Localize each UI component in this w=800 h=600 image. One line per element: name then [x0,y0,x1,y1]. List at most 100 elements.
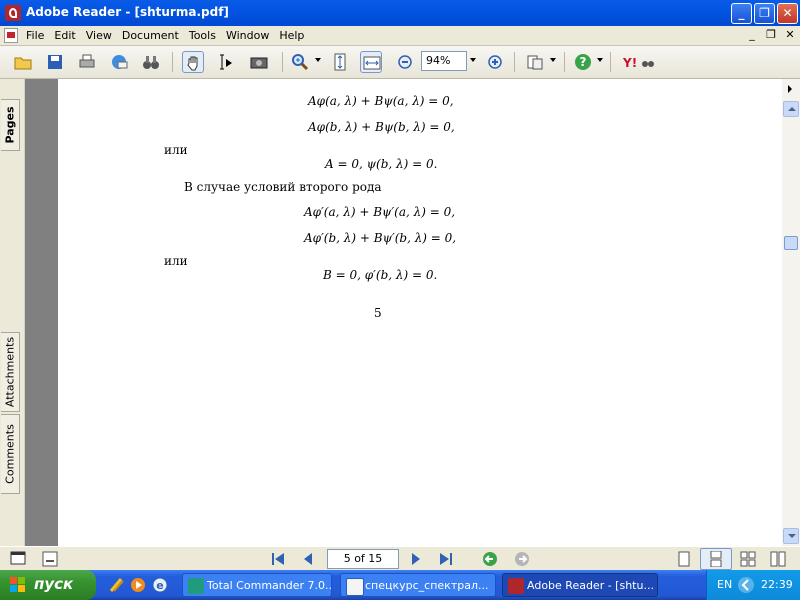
adobe-reader-icon [508,578,524,594]
menu-edit[interactable]: Edit [52,29,83,42]
vertical-scrollbar[interactable] [782,79,800,546]
fit-page-icon [334,53,346,71]
scroll-up-button[interactable] [783,101,799,117]
tab-pages[interactable]: Pages [1,99,20,151]
snapshot-button[interactable] [248,51,270,73]
menu-tools[interactable]: Tools [187,29,224,42]
scroll-thumb[interactable] [784,236,798,250]
save-icon [48,55,62,69]
continuous-view-button[interactable] [700,548,732,570]
zoom-out-button[interactable] [394,51,416,73]
continuous-facing-icon[interactable] [770,551,786,567]
open-button[interactable] [12,51,34,73]
help-button[interactable]: ? [572,51,594,73]
go-back-icon[interactable] [482,551,498,567]
quicklaunch-media-player-icon[interactable] [130,577,146,593]
equation-line: Aφ(a, λ) + Bψ(a, λ) = 0, [308,94,454,108]
save-button[interactable] [44,51,66,73]
menu-view[interactable]: View [84,29,120,42]
quicklaunch-winamp-icon[interactable] [108,577,124,593]
task-word-document[interactable]: спецкурс_спектрал... [340,573,496,597]
menu-document[interactable]: Document [120,29,187,42]
fit-width-button[interactable] [360,51,382,73]
go-forward-icon[interactable] [514,551,530,567]
page-layout-button[interactable] [524,51,546,73]
zoom-in-tool-button[interactable] [289,51,311,73]
minus-circle-icon [398,55,412,69]
page-view-icon[interactable] [42,551,58,567]
zoom-level-input[interactable]: 94% [421,51,467,71]
hand-tool-button[interactable] [182,51,204,73]
restore-button[interactable]: ❐ [754,3,775,24]
document-area: Aφ(a, λ) + Bψ(a, λ) = 0, Aφ(b, λ) + Bψ(b… [25,79,800,546]
toolbar-separator [610,52,611,72]
text-line: В случае условий второго рода [184,180,382,194]
task-total-commander[interactable]: Total Commander 7.0... [182,573,332,597]
equation-line: A = 0, ψ(b, λ) = 0. [325,157,438,171]
facing-pages-icon[interactable] [740,551,756,567]
toolbar: ? Y! [0,46,800,79]
zoom-tool-dropdown[interactable] [315,58,321,62]
language-indicator[interactable]: EN [717,578,732,591]
document-icon[interactable] [4,28,18,43]
adobe-reader-icon [5,5,21,21]
equation-line: Aφ′(b, λ) + Bψ′(b, λ) = 0, [304,231,457,245]
pane-splitter[interactable] [20,79,24,546]
task-label: Adobe Reader - [shtu... [527,579,654,592]
doc-minimize-button[interactable]: _ [745,28,759,41]
tab-attachments[interactable]: Attachments [1,332,20,412]
single-page-icon[interactable] [676,551,692,567]
page-number-input[interactable]: 5 of 15 [327,549,399,569]
equation-line: B = 0, φ′(b, λ) = 0. [323,268,438,282]
windows-logo-icon [10,577,25,592]
previous-page-icon[interactable] [300,551,316,567]
scroll-down-button[interactable] [783,528,799,544]
menu-help[interactable]: Help [277,29,312,42]
menu-file[interactable]: File [24,29,52,42]
close-button[interactable]: ✕ [777,3,798,24]
minimize-button[interactable]: _ [731,3,752,24]
zoom-in-button[interactable] [484,51,506,73]
svg-text:Y!: Y! [622,56,637,70]
plus-circle-icon [488,55,502,69]
page-options-button[interactable] [783,81,799,97]
clock: 22:39 [761,578,793,591]
start-button[interactable]: пуск [0,570,96,600]
zoom-level-dropdown[interactable] [470,58,476,62]
search-button[interactable] [140,51,162,73]
yahoo-search-button[interactable]: Y! [620,51,654,73]
text-cursor-icon [220,54,232,70]
start-label: пуск [34,575,74,593]
tab-pages-label: Pages [3,106,17,144]
toolbar-separator [282,52,283,72]
system-tray: EN 22:39 [706,570,800,600]
page-layout-icon [527,55,543,70]
binoculars-icon [143,56,159,69]
fit-width-icon [363,56,381,70]
total-commander-icon [188,578,204,594]
doc-close-button[interactable]: ✕ [783,28,797,41]
globe-mail-icon [112,55,128,69]
next-page-icon[interactable] [408,551,424,567]
last-page-icon[interactable] [438,551,454,567]
quicklaunch-internet-explorer-icon[interactable]: e [152,577,168,593]
task-adobe-reader[interactable]: Adobe Reader - [shtu... [502,573,658,597]
navigation-pane-toggle-icon[interactable] [10,551,26,567]
first-page-icon[interactable] [270,551,286,567]
help-dropdown[interactable] [597,58,603,62]
menu-window[interactable]: Window [224,29,277,42]
open-folder-icon [14,57,32,70]
task-label: спецкурс_спектрал... [365,579,489,592]
magnifier-icon [292,54,309,71]
yahoo-binoculars-icon: Y! [622,56,654,70]
tab-comments[interactable]: Comments [1,414,20,494]
fit-page-button[interactable] [329,51,351,73]
show-hidden-icons-icon[interactable] [737,576,755,594]
page-layout-dropdown[interactable] [550,58,556,62]
doc-restore-button[interactable]: ❐ [764,28,778,41]
email-button[interactable] [108,51,130,73]
print-button[interactable] [76,51,98,73]
word-document-icon [346,578,364,596]
page-number: 5 [374,306,382,320]
select-text-button[interactable] [214,51,236,73]
